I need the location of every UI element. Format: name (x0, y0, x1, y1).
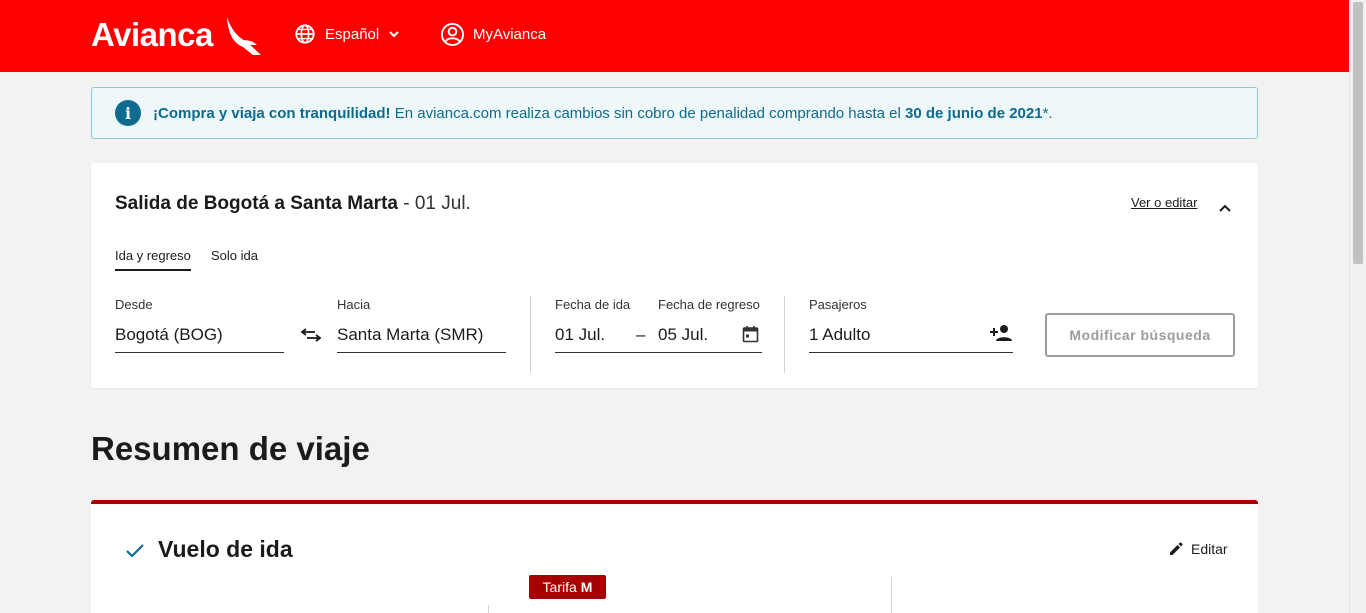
check-icon (126, 544, 144, 558)
calendar-icon[interactable] (742, 325, 759, 343)
return-label: Fecha de regreso (658, 297, 760, 312)
modify-search-button[interactable]: Modificar búsqueda (1045, 313, 1235, 357)
flight-title: Vuelo de ida (158, 536, 293, 562)
from-label: Desde (115, 297, 153, 312)
search-card: Salida de Bogotá a Santa Marta - 01 Jul.… (91, 163, 1258, 388)
page-title: Resumen de viaje (91, 430, 370, 467)
to-label: Hacia (337, 297, 371, 312)
add-person-icon[interactable] (989, 324, 1013, 342)
fare-prefix: Tarifa (542, 579, 577, 595)
tab-one-way[interactable]: Solo ida (211, 248, 258, 263)
view-edit-link[interactable]: Ver o editar (1131, 195, 1198, 210)
banner-body: En avianca.com realiza cambios sin cobro… (390, 104, 906, 122)
globe-icon (295, 24, 315, 44)
info-banner: i ¡Compra y viaja con tranquilidad! En a… (91, 87, 1258, 139)
banner-lead: ¡Compra y viaja con tranquilidad! (153, 104, 391, 122)
edit-flight-button[interactable]: Editar (1168, 541, 1228, 557)
swap-icon[interactable] (301, 328, 321, 342)
top-header: Avianca Español MyAvianca (0, 0, 1349, 72)
from-field[interactable]: Bogotá (BOG) (115, 325, 223, 345)
outbound-flight-card: Vuelo de ida Editar Tarifa M (91, 500, 1258, 613)
banner-date: 30 de junio de 2021 (905, 104, 1043, 122)
pencil-icon (1170, 542, 1183, 555)
language-label: Español (325, 25, 380, 43)
bird-logo-icon (227, 17, 261, 55)
to-underline (337, 352, 506, 353)
passengers-underline (809, 352, 1013, 353)
route-name: Salida de Bogotá a Santa Marta (115, 193, 398, 214)
passengers-field[interactable]: 1 Adulto (809, 325, 870, 345)
return-date-field[interactable]: 05 Jul. (658, 325, 708, 345)
fare-code: M (580, 579, 593, 595)
myavianca-link[interactable]: MyAvianca (440, 22, 546, 47)
language-selector[interactable]: Español (294, 23, 400, 45)
fare-badge: Tarifa M (529, 575, 606, 599)
info-icon: i (115, 100, 141, 126)
from-underline (115, 352, 284, 353)
passengers-label: Pasajeros (809, 297, 867, 312)
banner-suffix: *. (1042, 104, 1053, 122)
scrollbar-thumb[interactable] (1353, 2, 1363, 264)
chevron-up-icon[interactable] (1218, 203, 1232, 213)
route-date: - 01 Jul. (397, 193, 471, 214)
avianca-logo[interactable]: Avianca (91, 16, 261, 56)
column-divider (488, 605, 489, 613)
depart-label: Fecha de ida (555, 297, 631, 312)
logo-text: Avianca (91, 16, 213, 53)
tab-round-trip[interactable]: Ida y regreso (115, 248, 191, 271)
edit-label: Editar (1191, 541, 1228, 557)
field-divider (784, 296, 785, 373)
date-underline (555, 352, 762, 353)
to-field[interactable]: Santa Marta (SMR) (337, 325, 483, 345)
column-divider (891, 577, 892, 613)
route-title: Salida de Bogotá a Santa Marta - 01 Jul. (115, 193, 471, 215)
myavianca-label: MyAvianca (473, 26, 547, 43)
banner-text: ¡Compra y viaja con tranquilidad! En avi… (153, 105, 1053, 122)
date-range-dash: – (636, 325, 646, 344)
depart-date-field[interactable]: 01 Jul. (555, 325, 605, 345)
page-scrollbar[interactable] (1349, 0, 1366, 613)
chevron-down-icon (389, 31, 399, 38)
user-circle-icon (440, 22, 465, 47)
field-divider (530, 296, 531, 373)
